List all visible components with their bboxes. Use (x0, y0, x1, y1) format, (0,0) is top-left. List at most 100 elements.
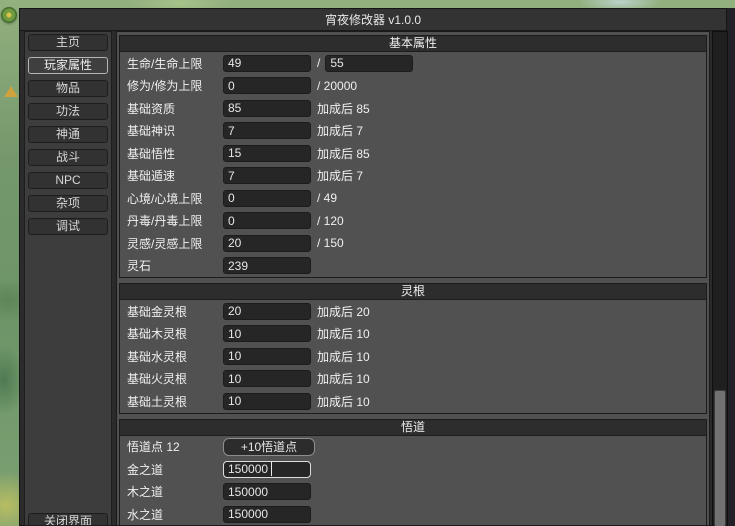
text-caret (271, 462, 272, 476)
water-root-bonus-text: 加成后 10 (317, 349, 370, 364)
sidebar-item-items[interactable]: 物品 (28, 80, 108, 97)
row-dao-points: 悟道点 12 +10悟道点 (120, 436, 706, 459)
section-enlightenment: 悟道 悟道点 12 +10悟道点 金之道 木之道 水之道 (119, 418, 707, 525)
row-hp: 生命/生命上限 / (120, 52, 706, 75)
row-earth-root: 基础土灵根 加成后 10 (120, 390, 706, 413)
row-aptitude-label: 基础资质 (127, 101, 176, 116)
scrollbar-track[interactable] (712, 31, 728, 526)
snail-shell-icon (1, 7, 17, 23)
aptitude-input[interactable] (223, 99, 311, 117)
row-earth-root-label: 基础土灵根 (127, 394, 188, 409)
row-mood-label: 心境/心境上限 (127, 191, 203, 206)
row-pill-toxin-label: 丹毒/丹毒上限 (127, 214, 203, 229)
scrollbar-thumb[interactable] (714, 390, 726, 526)
close-ui-button[interactable]: 关闭界面 (28, 513, 108, 525)
row-aptitude: 基础资质 加成后 85 (120, 97, 706, 120)
sidebar-item-combat[interactable]: 战斗 (28, 149, 108, 166)
row-pill-toxin: 丹毒/丹毒上限 / 120 (120, 210, 706, 233)
earth-root-bonus-text: 加成后 10 (317, 394, 370, 409)
sidebar-item-player-attributes[interactable]: 玩家属性 (28, 57, 108, 74)
gold-triangle-decoration (4, 86, 18, 97)
metal-dao-input[interactable] (223, 460, 311, 478)
row-hp-label: 生命/生命上限 (127, 56, 203, 71)
dao-points-label: 悟道点 12 (127, 440, 180, 455)
window-body: 主页 玩家属性 物品 功法 神通 战斗 NPC 杂项 调试 关闭界面 基本属性 … (20, 31, 728, 526)
row-cultivation: 修为/修为上限 / 20000 (120, 75, 706, 98)
row-spirit-sense: 基础神识 加成后 7 (120, 120, 706, 143)
cultivation-input[interactable] (223, 77, 311, 95)
row-wood-root-label: 基础木灵根 (127, 327, 188, 342)
earth-root-input[interactable] (223, 392, 311, 410)
row-water-dao-label: 水之道 (127, 507, 164, 522)
window-right-edge (727, 8, 735, 526)
row-escape-speed: 基础遁速 加成后 7 (120, 165, 706, 188)
row-inspiration-label: 灵感/灵感上限 (127, 236, 203, 251)
spirit-sense-input[interactable] (223, 122, 311, 140)
sidebar-item-npc[interactable]: NPC (28, 172, 108, 189)
hp-separator: / (317, 56, 321, 71)
metal-root-bonus-text: 加成后 20 (317, 304, 370, 319)
row-spirit-stone: 灵石 (120, 255, 706, 278)
cultivation-max-text: / 20000 (317, 78, 358, 93)
row-inspiration: 灵感/灵感上限 / 150 (120, 232, 706, 255)
pill-toxin-input[interactable] (223, 212, 311, 230)
mood-input[interactable] (223, 189, 311, 207)
window-title: 宵夜修改器 v1.0.0 (324, 13, 422, 27)
row-water-dao: 水之道 (120, 503, 706, 525)
spirit-sense-bonus-text: 加成后 7 (317, 124, 364, 139)
section-title-basic-attributes: 基本属性 (120, 36, 706, 52)
sidebar-item-home[interactable]: 主页 (28, 34, 108, 51)
sidebar-item-techniques[interactable]: 功法 (28, 103, 108, 120)
trainer-window: 宵夜修改器 v1.0.0 主页 玩家属性 物品 功法 神通 战斗 NPC 杂项 … (19, 8, 728, 526)
window-titlebar[interactable]: 宵夜修改器 v1.0.0 (20, 9, 726, 31)
add-dao-points-button[interactable]: +10悟道点 (223, 437, 315, 456)
sidebar-item-divine-powers[interactable]: 神通 (28, 126, 108, 143)
inspiration-input[interactable] (223, 234, 311, 252)
metal-root-input[interactable] (223, 302, 311, 320)
row-fire-root: 基础火灵根 加成后 10 (120, 368, 706, 391)
row-metal-dao-label: 金之道 (127, 462, 164, 477)
hp-input[interactable] (223, 54, 311, 72)
row-metal-root: 基础金灵根 加成后 20 (120, 300, 706, 323)
inspiration-max-text: / 150 (317, 236, 344, 251)
row-water-root-label: 基础水灵根 (127, 349, 188, 364)
fire-root-bonus-text: 加成后 10 (317, 372, 370, 387)
row-mood: 心境/心境上限 / 49 (120, 187, 706, 210)
escape-speed-bonus-text: 加成后 7 (317, 169, 364, 184)
row-comprehension-label: 基础悟性 (127, 146, 176, 161)
row-spirit-sense-label: 基础神识 (127, 124, 176, 139)
comprehension-input[interactable] (223, 144, 311, 162)
water-root-input[interactable] (223, 347, 311, 365)
row-wood-root: 基础木灵根 加成后 10 (120, 323, 706, 346)
comprehension-bonus-text: 加成后 85 (317, 146, 370, 161)
spirit-stone-input[interactable] (223, 257, 311, 275)
row-water-root: 基础水灵根 加成后 10 (120, 345, 706, 368)
row-spirit-stone-label: 灵石 (127, 259, 152, 274)
section-spirit-roots: 灵根 基础金灵根 加成后 20 基础木灵根 加成后 10 基础水灵根 加成后 1… (119, 283, 707, 414)
row-metal-root-label: 基础金灵根 (127, 304, 188, 319)
pill-toxin-max-text: / 120 (317, 213, 344, 228)
water-dao-input[interactable] (223, 505, 311, 523)
row-wood-dao-label: 木之道 (127, 485, 164, 500)
section-title-enlightenment: 悟道 (120, 419, 706, 436)
section-basic-attributes: 基本属性 生命/生命上限 / 修为/修为上限 / 20000 基础资质 加成后 … (119, 35, 707, 278)
wood-root-bonus-text: 加成后 10 (317, 327, 370, 342)
sidebar: 主页 玩家属性 物品 功法 神通 战斗 NPC 杂项 调试 关闭界面 (24, 31, 112, 526)
mood-max-text: / 49 (317, 191, 338, 206)
wood-root-input[interactable] (223, 325, 311, 343)
row-fire-root-label: 基础火灵根 (127, 372, 188, 387)
section-title-spirit-roots: 灵根 (120, 284, 706, 300)
row-metal-dao: 金之道 (120, 458, 706, 481)
fire-root-input[interactable] (223, 370, 311, 388)
wood-dao-input[interactable] (223, 483, 311, 501)
row-comprehension: 基础悟性 加成后 85 (120, 142, 706, 165)
row-wood-dao: 木之道 (120, 481, 706, 504)
escape-speed-input[interactable] (223, 167, 311, 185)
sidebar-item-misc[interactable]: 杂项 (28, 195, 108, 212)
row-cultivation-label: 修为/修为上限 (127, 79, 203, 94)
aptitude-bonus-text: 加成后 85 (317, 101, 370, 116)
hp-max-input[interactable] (325, 54, 414, 72)
main-panel: 基本属性 生命/生命上限 / 修为/修为上限 / 20000 基础资质 加成后 … (116, 31, 710, 526)
row-escape-speed-label: 基础遁速 (127, 169, 176, 184)
sidebar-item-debug[interactable]: 调试 (28, 218, 108, 235)
